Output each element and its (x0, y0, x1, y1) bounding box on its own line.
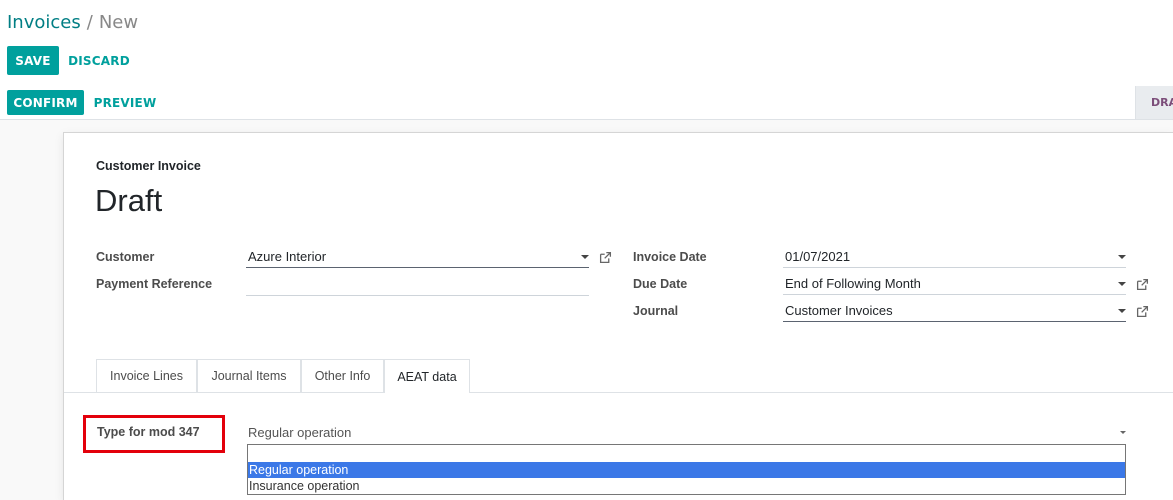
document-type-label: Customer Invoice (96, 159, 201, 173)
status-stage-draft[interactable]: DRAFT (1135, 86, 1173, 119)
external-link-icon[interactable] (1136, 278, 1149, 291)
tab-aeat-data[interactable]: AEAT data (384, 359, 470, 393)
customer-value: Azure Interior (248, 249, 327, 264)
tab-other-info[interactable]: Other Info (301, 359, 384, 392)
breadcrumb-separator: / (86, 12, 93, 33)
invoice-date-value: 01/07/2021 (785, 249, 851, 264)
form-sheet: Customer Invoice Draft Customer Azure In… (63, 132, 1173, 500)
payment-reference-input[interactable] (246, 275, 589, 296)
customer-field[interactable]: Azure Interior (246, 247, 589, 268)
due-date-label: Due Date (633, 277, 688, 291)
type-for-mod-347-options: Regular operation Insurance operation (247, 444, 1126, 495)
save-button[interactable]: SAVE (7, 46, 59, 75)
invoice-date-field[interactable]: 01/07/2021 (783, 247, 1126, 268)
chevron-down-icon[interactable] (1120, 431, 1126, 434)
customer-label: Customer (96, 250, 155, 264)
due-date-value: End of Following Month (785, 276, 921, 291)
due-date-field[interactable]: End of Following Month (783, 274, 1126, 295)
preview-button[interactable]: PREVIEW (90, 90, 160, 115)
tab-journal-items[interactable]: Journal Items (197, 359, 301, 392)
journal-label: Journal (633, 304, 679, 318)
discard-button[interactable]: DISCARD (64, 46, 134, 75)
invoice-date-label: Invoice Date (633, 250, 707, 264)
journal-value: Customer Invoices (785, 303, 893, 318)
breadcrumb-current: New (98, 12, 139, 33)
breadcrumb: Invoices / New (7, 12, 138, 33)
type-for-mod-347-select[interactable]: Regular operation (246, 422, 1128, 444)
chevron-down-icon[interactable] (1118, 255, 1126, 259)
invoice-name: Draft (95, 183, 163, 218)
tab-invoice-lines[interactable]: Invoice Lines (96, 359, 197, 392)
control-panel: Invoices / New SAVE DISCARD (0, 0, 1173, 87)
type-for-mod-347-label: Type for mod 347 (97, 425, 200, 439)
breadcrumb-invoices-link[interactable]: Invoices (7, 12, 81, 33)
chevron-down-icon[interactable] (1118, 309, 1126, 313)
external-link-icon[interactable] (1136, 305, 1149, 318)
option-regular-operation[interactable]: Regular operation (248, 462, 1125, 478)
confirm-button[interactable]: CONFIRM (7, 90, 84, 115)
journal-field[interactable]: Customer Invoices (783, 301, 1126, 322)
option-insurance-operation[interactable]: Insurance operation (248, 478, 1125, 494)
form-statusbar: CONFIRM PREVIEW DRAFT (0, 86, 1173, 120)
option-empty[interactable] (248, 445, 1125, 461)
notebook-tabs: Invoice Lines Journal Items Other Info A… (64, 359, 1173, 393)
type-for-mod-347-value: Regular operation (248, 425, 352, 440)
payment-reference-label: Payment Reference (96, 277, 213, 291)
external-link-icon[interactable] (599, 251, 612, 264)
chevron-down-icon[interactable] (581, 255, 589, 259)
chevron-down-icon[interactable] (1118, 282, 1126, 286)
